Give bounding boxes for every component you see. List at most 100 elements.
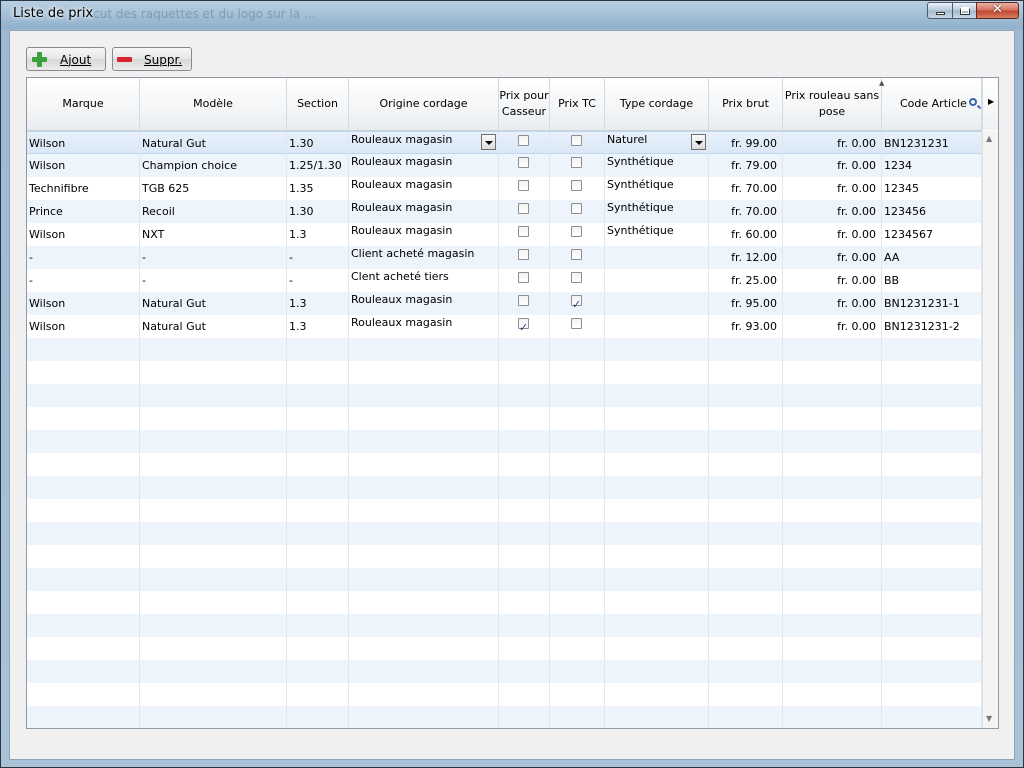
prix-tc-checkbox[interactable] [571,226,582,237]
prix-casseur-checkbox[interactable] [518,180,529,191]
cell-code[interactable]: 1234567 [882,223,982,246]
empty-table-row[interactable] [27,476,982,499]
cell-rouleau[interactable]: fr. 0.00 [783,269,882,292]
cell-tc[interactable] [550,200,605,223]
column-header-casseur[interactable]: Prix pour Casseur [499,78,550,130]
cell-rouleau[interactable]: fr. 0.00 [783,315,882,338]
cell-tc[interactable] [550,132,605,155]
cell-rouleau[interactable]: fr. 0.00 [783,246,882,269]
cell-type[interactable]: Naturel [605,132,709,155]
column-header-code[interactable]: Code Article [882,78,982,130]
cell-brut[interactable]: fr. 93.00 [709,315,783,338]
column-header-brut[interactable]: Prix brut [709,78,783,130]
cell-section[interactable]: - [287,246,349,269]
column-header-origine[interactable]: Origine cordage [349,78,499,130]
maximize-button[interactable] [952,2,977,19]
empty-table-row[interactable] [27,522,982,545]
table-row[interactable]: - - - Client acheté magasin fr. 12.00 fr. 0.0… [27,246,982,269]
empty-table-row[interactable] [27,706,982,728]
cell-tc[interactable] [550,269,605,292]
cell-section[interactable]: 1.30 [287,132,349,155]
cell-marque[interactable]: Wilson [27,132,140,155]
chevron-down-icon[interactable] [481,134,496,150]
table-row[interactable]: Wilson Champion choice 1.25/1.30 Rouleaux m… [27,154,982,177]
prix-tc-checkbox[interactable] [571,318,582,329]
search-icon[interactable] [969,98,977,106]
cell-section[interactable]: 1.3 [287,223,349,246]
cell-brut[interactable]: fr. 12.00 [709,246,783,269]
cell-origine[interactable]: Rouleaux magasin [349,132,499,155]
prix-casseur-checkbox[interactable] [518,226,529,237]
cell-rouleau[interactable]: fr. 0.00 [783,154,882,177]
empty-table-row[interactable] [27,545,982,568]
cell-rouleau[interactable]: fr. 0.00 [783,132,882,155]
cell-code[interactable]: BB [882,269,982,292]
cell-marque[interactable]: Technifibre [27,177,140,200]
cell-origine[interactable]: Rouleaux magasin [349,177,499,200]
empty-table-row[interactable] [27,338,982,361]
cell-origine[interactable]: Rouleaux magasin [349,223,499,246]
cell-section[interactable]: - [287,269,349,292]
table-row[interactable]: WilsonNatural Gut1.3Rouleaux magasin fr. … [27,292,982,315]
prix-casseur-checkbox[interactable] [518,157,529,168]
empty-table-row[interactable] [27,384,982,407]
cell-casseur[interactable] [499,292,550,315]
prix-tc-checkbox[interactable] [571,180,582,191]
cell-section[interactable]: 1.30 [287,200,349,223]
cell-rouleau[interactable]: fr. 0.00 [783,177,882,200]
cell-brut[interactable]: fr. 25.00 [709,269,783,292]
prix-casseur-checkbox[interactable] [518,272,529,283]
cell-type[interactable]: Synthétique [605,200,709,223]
table-row[interactable]: Wilson Natural Gut 1.30 Rouleaux magasin Nat… [27,131,982,155]
empty-table-row[interactable] [27,637,982,660]
cell-modele[interactable]: - [140,269,287,292]
cell-brut[interactable]: fr. 95.00 [709,292,783,315]
cell-type[interactable]: Synthétique [605,223,709,246]
cell-code[interactable]: BN1231231-1 [882,292,982,315]
column-header-rouleau[interactable]: Prix rouleau sans pose [783,78,882,130]
column-header-section[interactable]: Section [287,78,349,130]
column-header-marque[interactable]: Marque [27,78,140,130]
cell-code[interactable]: BN1231231-2 [882,315,982,338]
prix-casseur-checkbox[interactable] [518,295,529,306]
cell-tc[interactable] [550,177,605,200]
chevron-down-icon[interactable] [691,134,706,150]
cell-origine[interactable]: Rouleaux magasin [349,315,499,338]
cell-modele[interactable]: - [140,246,287,269]
table-row[interactable]: Wilson NXT 1.3 Rouleaux magasin Synthétique f… [27,223,982,246]
prix-tc-checkbox[interactable] [571,249,582,260]
title-bar[interactable]: Liste de prix cut des raquettes et du lo… [1,1,1023,29]
empty-table-row[interactable] [27,591,982,614]
cell-code[interactable]: 1234 [882,154,982,177]
cell-marque[interactable]: Prince [27,200,140,223]
cell-casseur[interactable] [499,223,550,246]
cell-tc[interactable] [550,154,605,177]
empty-table-row[interactable] [27,614,982,637]
add-button[interactable]: Ajout [26,47,106,71]
cell-code[interactable]: 12345 [882,177,982,200]
column-header-type[interactable]: Type cordage [605,78,709,130]
remove-button[interactable]: Suppr. [112,47,192,71]
cell-modele[interactable]: Champion choice [140,154,287,177]
cell-code[interactable]: 123456 [882,200,982,223]
prix-casseur-checkbox[interactable] [518,203,529,214]
cell-type[interactable]: Synthétique [605,177,709,200]
cell-code[interactable]: AA [882,246,982,269]
header-scroll-right-button[interactable]: ▶ [982,78,998,130]
cell-origine[interactable]: Rouleaux magasin [349,200,499,223]
cell-rouleau[interactable]: fr. 0.00 [783,223,882,246]
cell-marque[interactable]: Wilson [27,154,140,177]
cell-modele[interactable]: Natural Gut [140,315,287,338]
cell-casseur[interactable] [499,246,550,269]
prix-tc-checkbox[interactable] [571,157,582,168]
cell-marque[interactable]: Wilson [27,292,140,315]
table-row[interactable]: Prince Recoil 1.30 Rouleaux magasin Synthéti… [27,200,982,223]
empty-table-row[interactable] [27,568,982,591]
cell-origine[interactable]: Clent acheté tiers [349,269,499,292]
prix-tc-checkbox[interactable] [571,272,582,283]
cell-type[interactable]: Synthétique [605,154,709,177]
cell-casseur[interactable] [499,177,550,200]
cell-type[interactable] [605,246,709,269]
cell-marque[interactable]: Wilson [27,223,140,246]
cell-origine[interactable]: Rouleaux magasin [349,154,499,177]
